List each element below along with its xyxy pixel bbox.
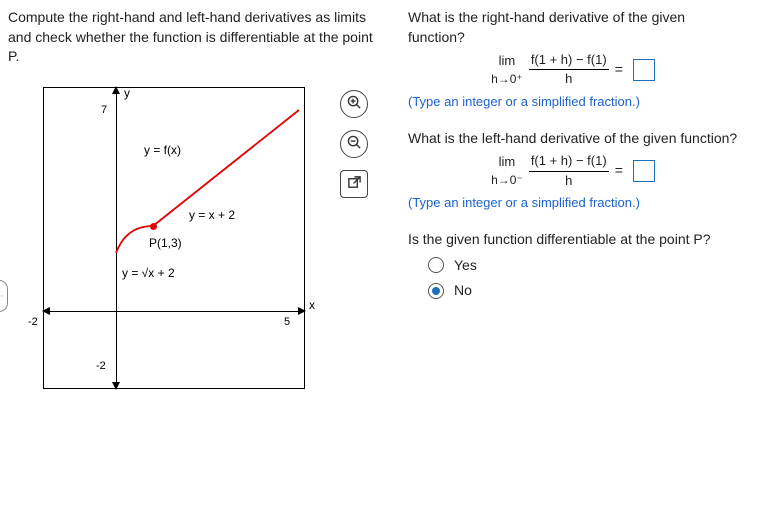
difference-quotient: f(1 + h) − f(1) h xyxy=(529,51,609,88)
q1-text: What is the right-hand derivative of the… xyxy=(408,8,738,47)
q3-text: Is the given function differentiable at … xyxy=(408,230,738,250)
zoom-out-icon xyxy=(347,135,362,153)
radio-no[interactable] xyxy=(428,283,444,299)
popup-button[interactable] xyxy=(340,170,368,198)
point-p xyxy=(150,223,157,230)
line-eq-label: y = x + 2 xyxy=(189,208,235,222)
lim-label: lim xyxy=(499,52,516,71)
lh-approach: h→0⁻ xyxy=(491,172,523,189)
difference-quotient-2: f(1 + h) − f(1) h xyxy=(529,152,609,189)
radio-yes[interactable] xyxy=(428,257,444,273)
lh-derivative-input[interactable] xyxy=(633,160,655,182)
option-yes-label: Yes xyxy=(454,256,477,276)
frac-denominator: h xyxy=(563,70,574,88)
equals-sign: = xyxy=(615,60,623,80)
radio-no-row[interactable]: No xyxy=(428,281,738,301)
fx-label: y = f(x) xyxy=(144,143,181,157)
option-no-label: No xyxy=(454,281,472,301)
format-note-1: (Type an integer or a simplified fractio… xyxy=(408,93,738,111)
ytick-neg: -2 xyxy=(96,360,106,372)
problem-prompt: Compute the right-hand and left-hand der… xyxy=(8,8,378,67)
y-axis-label: y xyxy=(124,86,130,100)
sqrt-eq-label: y = √x + 2 xyxy=(122,266,175,280)
zoom-in-button[interactable] xyxy=(340,90,368,118)
q2-text: What is the left-hand derivative of the … xyxy=(408,129,738,149)
graph-container: y x y = f(x) y = x + 2 P(1,3) y = √x + 2… xyxy=(8,77,378,389)
rh-limit-expression: lim h→0⁺ f(1 + h) − f(1) h = xyxy=(408,51,738,88)
question-differentiable: Is the given function differentiable at … xyxy=(408,230,738,301)
question-rh-derivative: What is the right-hand derivative of the… xyxy=(408,8,738,111)
zoom-in-icon xyxy=(347,95,362,113)
ytick-pos: 7 xyxy=(101,104,107,116)
x-axis-label: x xyxy=(309,298,315,312)
more-handle[interactable]: ⋮ xyxy=(0,280,8,312)
radio-yes-row[interactable]: Yes xyxy=(428,256,738,276)
lh-limit-expression: lim h→0⁻ f(1 + h) − f(1) h = xyxy=(408,152,738,189)
frac-numerator-2: f(1 + h) − f(1) xyxy=(529,152,609,171)
function-graph: y x y = f(x) y = x + 2 P(1,3) y = √x + 2… xyxy=(43,87,305,389)
equals-sign-2: = xyxy=(615,161,623,181)
rh-derivative-input[interactable] xyxy=(633,59,655,81)
frac-denominator-2: h xyxy=(563,172,574,190)
format-note-2: (Type an integer or a simplified fractio… xyxy=(408,194,738,212)
xtick-pos: 5 xyxy=(284,316,290,328)
popout-icon xyxy=(347,175,362,193)
xtick-neg: -2 xyxy=(28,316,38,328)
rh-approach: h→0⁺ xyxy=(491,71,523,88)
graph-tools xyxy=(340,90,368,198)
zoom-out-button[interactable] xyxy=(340,130,368,158)
question-lh-derivative: What is the left-hand derivative of the … xyxy=(408,129,738,212)
point-p-label: P(1,3) xyxy=(149,236,182,250)
lim-label-2: lim xyxy=(499,153,516,172)
frac-numerator: f(1 + h) − f(1) xyxy=(529,51,609,70)
